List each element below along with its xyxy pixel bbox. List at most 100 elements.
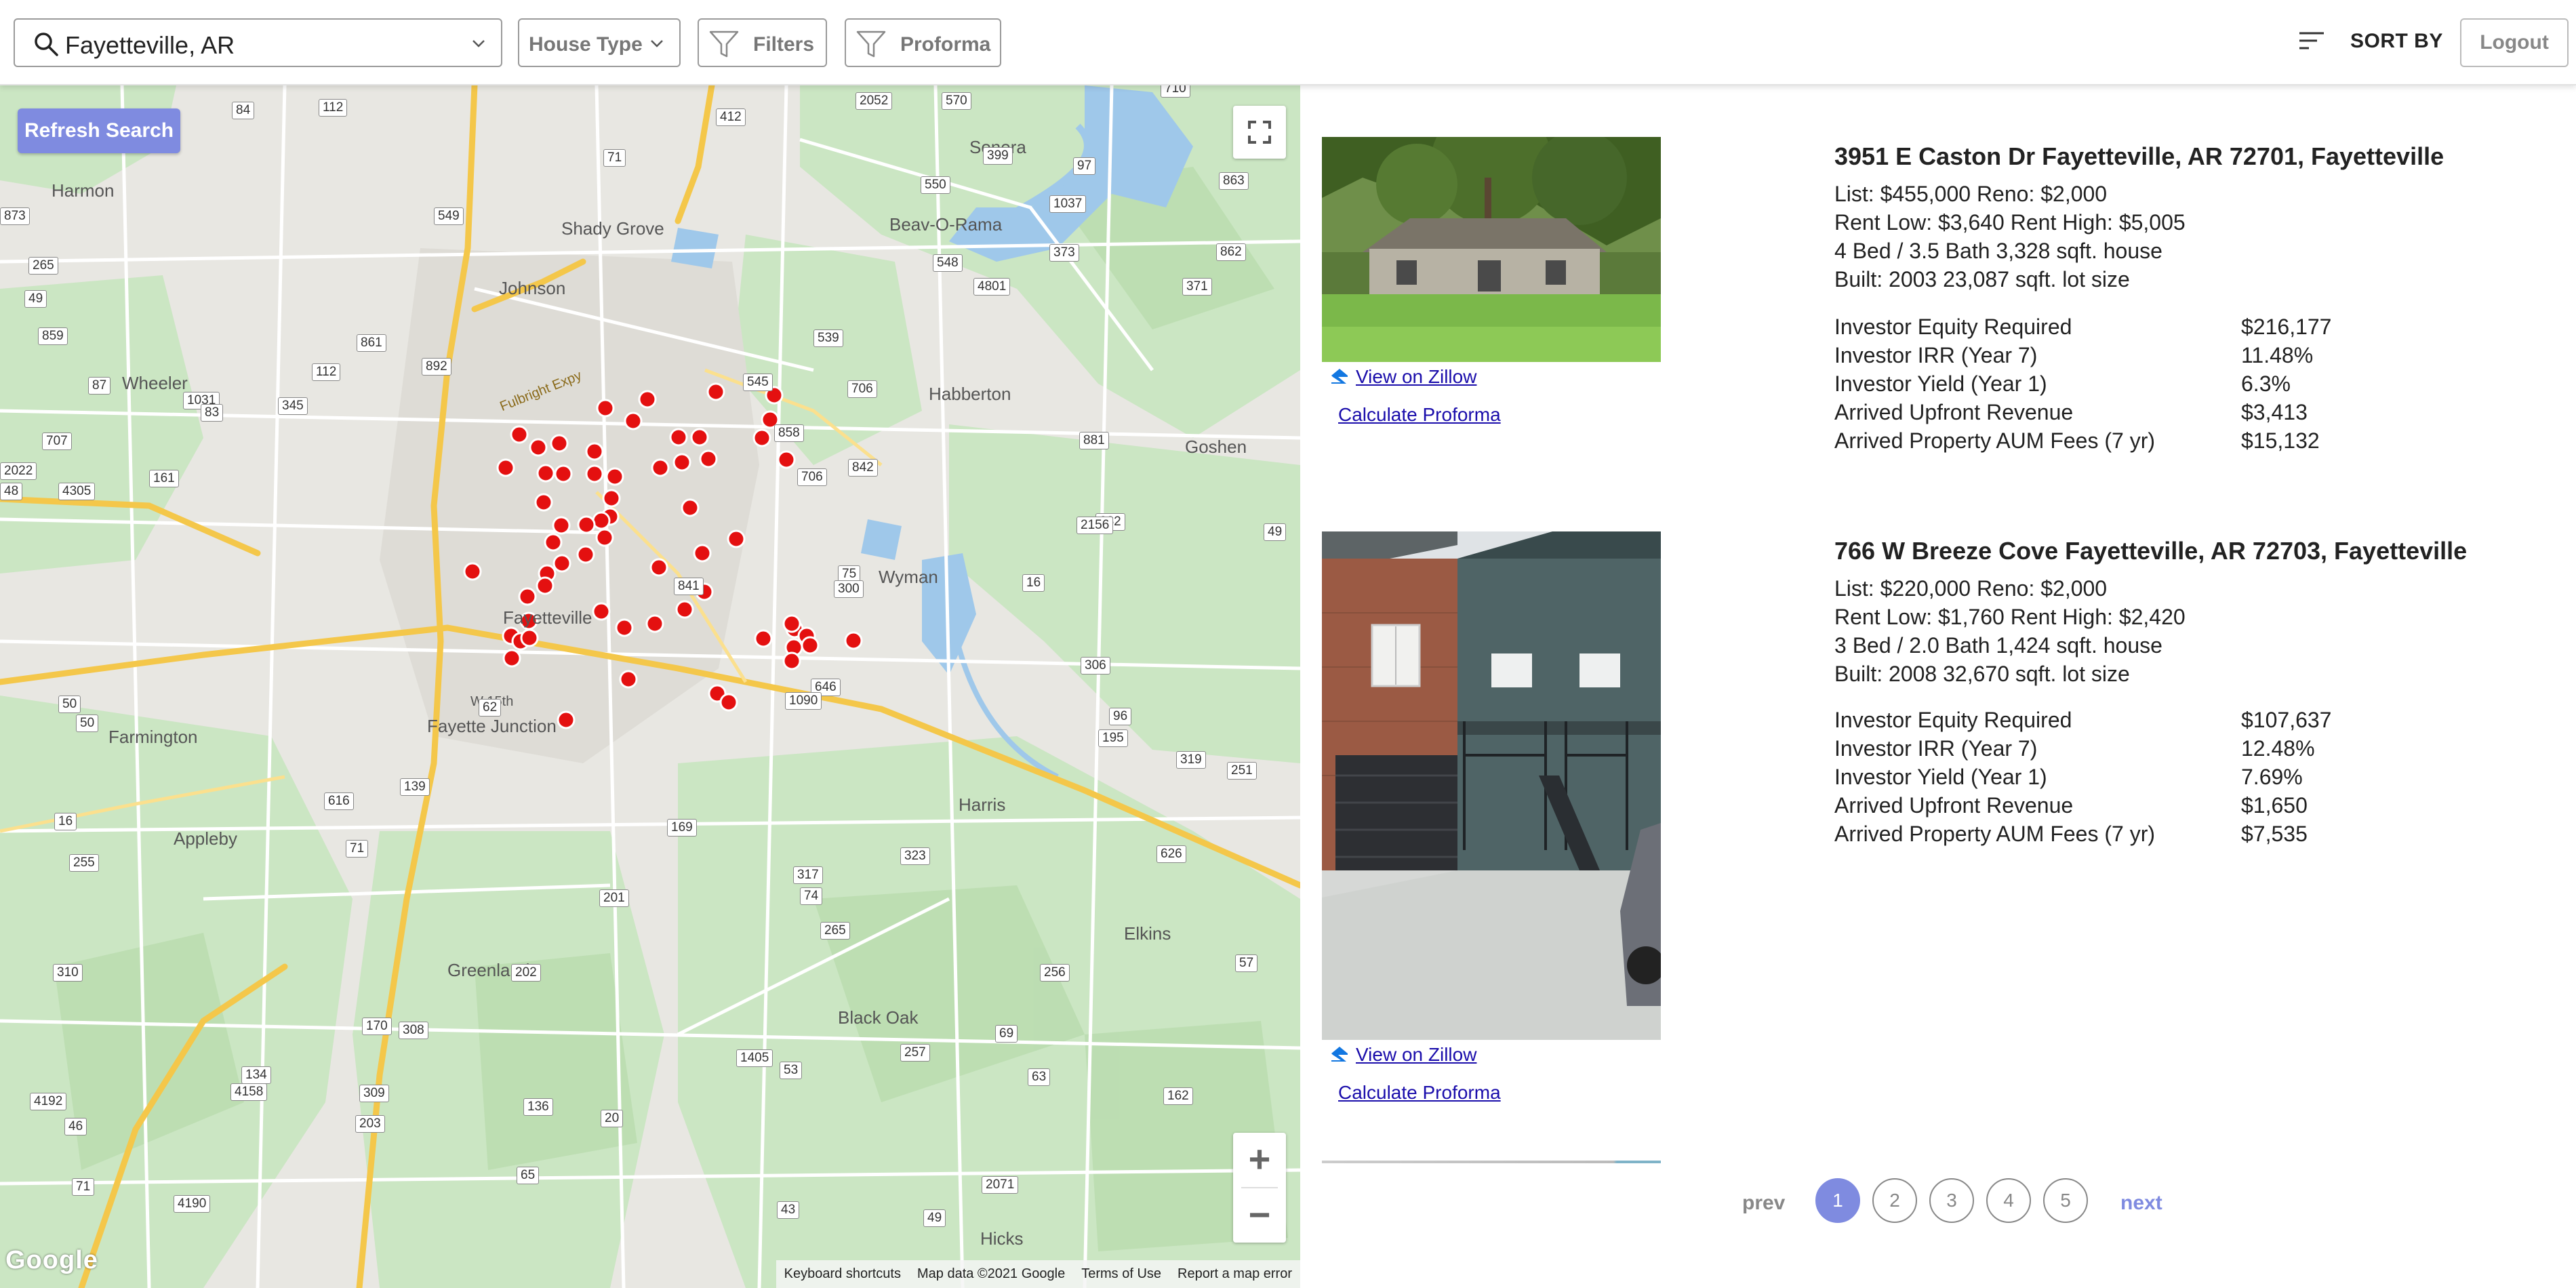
map-canvas[interactable] (0, 85, 1300, 1288)
property-marker[interactable] (605, 467, 624, 486)
chevron-down-icon[interactable] (471, 36, 486, 51)
property-marker[interactable] (693, 544, 712, 563)
property-marker[interactable] (619, 670, 638, 689)
sort-by-button[interactable]: SORT BY (2350, 30, 2443, 53)
zillow-link-label[interactable]: View on Zillow (1356, 1044, 1476, 1066)
next-page-button[interactable]: next (2120, 1192, 2162, 1215)
property-marker[interactable] (576, 545, 595, 564)
property-marker[interactable] (844, 631, 863, 650)
property-marker[interactable] (727, 529, 746, 548)
property-marker[interactable] (782, 614, 801, 633)
keyboard-shortcuts-link[interactable]: Keyboard shortcuts (776, 1266, 909, 1282)
property-marker[interactable] (518, 587, 537, 606)
property-marker[interactable] (536, 464, 555, 483)
proforma-button[interactable]: Proforma (845, 18, 1001, 67)
property-marker[interactable] (510, 425, 529, 444)
property-marker[interactable] (536, 576, 555, 595)
map-town-label: Goshen (1185, 437, 1247, 457)
property-marker[interactable] (592, 511, 611, 530)
property-marker[interactable] (672, 453, 691, 472)
property-marker[interactable] (649, 558, 668, 577)
property-marker[interactable] (752, 428, 771, 447)
route-shield: 255 (69, 854, 99, 872)
route-shield: 65 (517, 1167, 540, 1184)
location-search[interactable]: Fayetteville, AR (14, 18, 502, 67)
property-marker[interactable] (719, 693, 738, 712)
view-on-zillow-link[interactable]: View on Zillow (1329, 1044, 1476, 1066)
route-shield: 2052 (856, 92, 893, 110)
fullscreen-button[interactable] (1233, 106, 1286, 159)
logout-button[interactable]: Logout (2460, 18, 2569, 67)
property-marker[interactable] (602, 489, 621, 508)
property-marker[interactable] (681, 498, 700, 517)
property-marker[interactable] (645, 614, 664, 633)
route-shield: 50 (58, 696, 81, 713)
sort-icon[interactable] (2298, 30, 2325, 53)
property-marker[interactable] (596, 399, 615, 418)
map-town-label: Johnson (499, 278, 566, 298)
page-button[interactable]: 1 (1815, 1178, 1860, 1223)
property-marker[interactable] (651, 458, 670, 477)
property-marker[interactable] (615, 618, 634, 637)
metric-label: Investor Equity Required (1834, 315, 2072, 339)
refresh-search-button[interactable]: Refresh Search (18, 108, 180, 153)
house-type-dropdown[interactable]: House Type (518, 18, 681, 67)
property-marker[interactable] (585, 442, 604, 461)
property-marker[interactable] (496, 458, 515, 477)
property-marker[interactable] (557, 710, 576, 729)
terms-of-use-link[interactable]: Terms of Use (1073, 1266, 1169, 1282)
property-marker[interactable] (754, 629, 773, 648)
route-shield: 20 (601, 1110, 624, 1127)
property-marker[interactable] (669, 428, 688, 447)
page-button[interactable]: 3 (1929, 1178, 1974, 1223)
property-photo[interactable] (1322, 137, 1661, 362)
property-marker[interactable] (552, 516, 571, 535)
property-marker[interactable] (595, 528, 614, 547)
page-button[interactable]: 4 (1986, 1178, 2031, 1223)
property-marker[interactable] (675, 600, 694, 619)
property-marker[interactable] (529, 438, 548, 457)
property-marker[interactable] (520, 628, 539, 647)
route-shield: 4801 (973, 278, 1011, 296)
property-marker[interactable] (706, 382, 725, 401)
filters-button[interactable]: Filters (698, 18, 827, 67)
property-photo[interactable] (1322, 531, 1661, 1040)
google-logo: Google (5, 1246, 98, 1274)
property-marker[interactable] (699, 449, 718, 468)
zoom-in-button[interactable]: + (1233, 1133, 1286, 1187)
search-input-value[interactable]: Fayetteville, AR (65, 31, 235, 60)
property-marker[interactable] (585, 464, 604, 483)
property-marker[interactable] (552, 554, 571, 573)
route-shield: 4305 (58, 483, 96, 500)
calculate-proforma-link[interactable]: Calculate Proforma (1338, 1082, 1501, 1104)
property-marker[interactable] (502, 649, 521, 668)
property-marker[interactable] (544, 533, 563, 552)
route-shield: 841 (674, 578, 704, 595)
page-button[interactable]: 5 (2043, 1178, 2088, 1223)
calculate-proforma-link[interactable]: Calculate Proforma (1338, 404, 1501, 426)
property-marker[interactable] (624, 411, 643, 430)
zillow-link-label[interactable]: View on Zillow (1356, 366, 1476, 388)
property-marker[interactable] (463, 562, 482, 581)
view-on-zillow-link[interactable]: View on Zillow (1329, 366, 1476, 388)
property-marker[interactable] (690, 428, 709, 447)
route-shield: 203 (355, 1115, 385, 1133)
listing-address: 766 W Breeze Cove Fayetteville, AR 72703… (1834, 537, 2468, 565)
proforma-label: Proforma (900, 33, 991, 56)
map-panel[interactable]: Harmon Shady Grove Beav-O-Rama Sonora Jo… (0, 85, 1300, 1288)
report-map-error-link[interactable]: Report a map error (1169, 1266, 1300, 1282)
property-marker[interactable] (777, 450, 796, 469)
metric-value: 12.48% (2241, 736, 2315, 761)
property-marker[interactable] (534, 493, 553, 512)
zoom-out-button[interactable]: − (1233, 1188, 1286, 1243)
property-marker[interactable] (577, 515, 596, 534)
prev-page-button[interactable]: prev (1742, 1192, 1785, 1215)
property-marker[interactable] (801, 636, 820, 655)
property-marker[interactable] (550, 434, 569, 453)
route-shield: 2071 (982, 1176, 1019, 1194)
page-button[interactable]: 2 (1872, 1178, 1917, 1223)
property-marker[interactable] (782, 651, 801, 670)
property-marker[interactable] (638, 390, 657, 409)
property-marker[interactable] (592, 602, 611, 621)
property-marker[interactable] (554, 464, 573, 483)
